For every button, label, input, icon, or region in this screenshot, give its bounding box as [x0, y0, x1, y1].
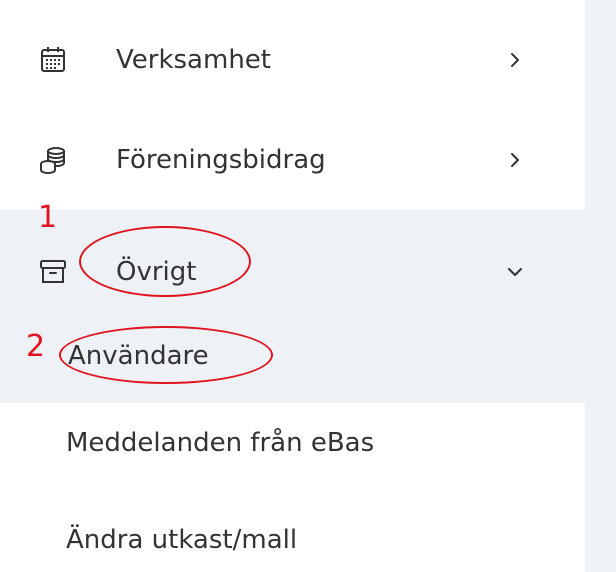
highlight-oval-ovrigt: [79, 226, 251, 297]
sidebar-item-foreningsbidrag[interactable]: Föreningsbidrag: [0, 112, 585, 208]
step-marker-2: 2: [26, 329, 46, 364]
sidebar-subitem-meddelanden[interactable]: Meddelanden från eBas: [66, 428, 374, 458]
highlight-oval-anvandare: [59, 326, 273, 384]
page: Verksamhet Föreningsbidrag Övrigt Använd…: [0, 0, 616, 572]
chevron-right-icon: [511, 153, 519, 167]
box-icon: [40, 260, 66, 283]
chevron-down-icon: [508, 268, 522, 276]
sidebar-item-verksamhet[interactable]: Verksamhet: [0, 12, 585, 108]
step-marker-1: 1: [38, 200, 58, 235]
main-content-panel: [585, 0, 616, 572]
sidebar-nav: Verksamhet Föreningsbidrag Övrigt Använd…: [0, 0, 585, 572]
sidebar-subitem-andra-utkast[interactable]: Ändra utkast/mall: [66, 525, 297, 555]
sidebar-item-label: Verksamhet: [116, 45, 271, 75]
chevron-right-icon: [511, 53, 519, 67]
sidebar-item-label: Föreningsbidrag: [116, 145, 326, 175]
coins-icon: [40, 147, 65, 175]
calendar-icon: [41, 47, 65, 72]
